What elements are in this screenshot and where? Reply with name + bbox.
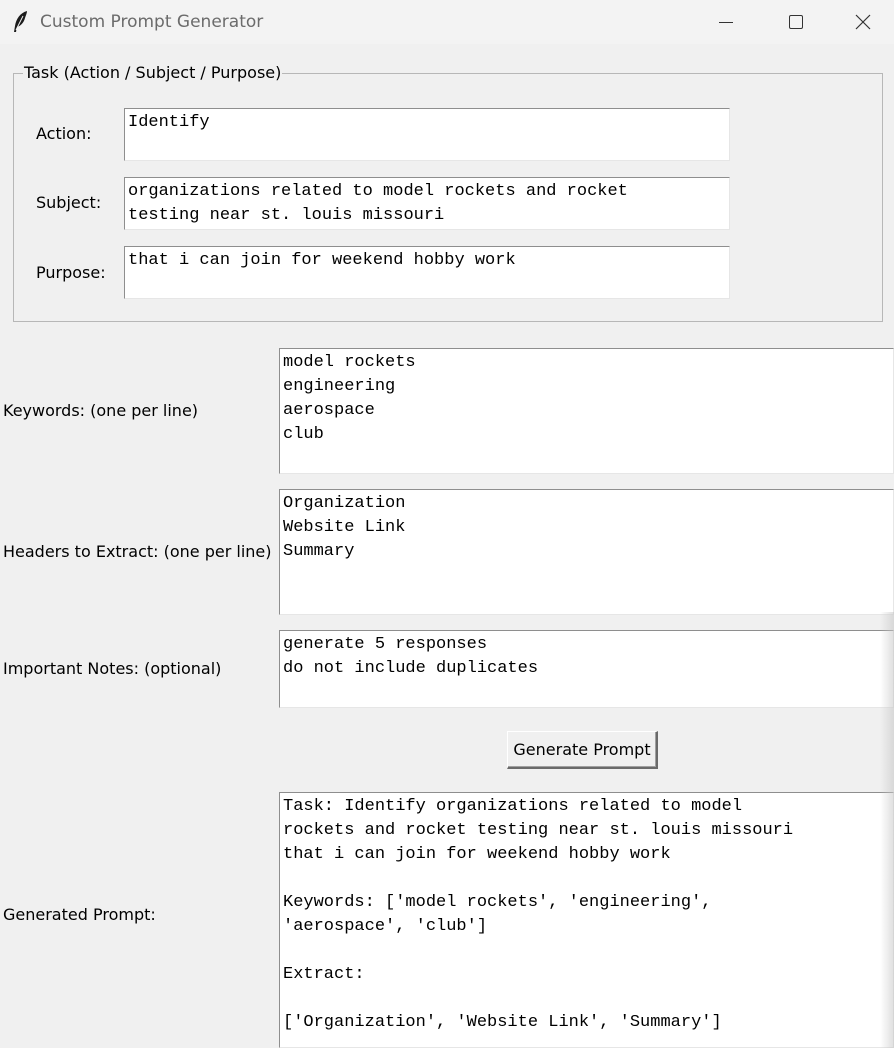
subject-input[interactable]: organizations related to model rockets a… <box>124 177 730 230</box>
generated-prompt-output[interactable]: Task: Identify organizations related to … <box>279 792 894 1048</box>
title-bar[interactable]: Custom Prompt Generator <box>0 0 894 44</box>
window-title: Custom Prompt Generator <box>40 12 264 32</box>
app-window: Custom Prompt Generator Task (Action / S… <box>0 0 894 1048</box>
action-label: Action: <box>36 124 92 143</box>
close-button[interactable] <box>831 0 894 44</box>
purpose-input[interactable]: that i can join for weekend hobby work <box>124 246 730 299</box>
feather-icon <box>12 10 30 34</box>
headers-input[interactable]: Organization Website Link Summary <box>279 489 894 615</box>
notes-input[interactable]: generate 5 responses do not include dupl… <box>279 630 894 708</box>
generated-prompt-label: Generated Prompt: <box>3 905 156 924</box>
minimize-icon <box>719 22 733 23</box>
keywords-input[interactable]: model rockets engineering aerospace club <box>279 348 894 474</box>
headers-label: Headers to Extract: (one per line) <box>3 542 272 561</box>
subject-label: Subject: <box>36 193 102 212</box>
keywords-label: Keywords: (one per line) <box>3 401 199 420</box>
generate-prompt-button[interactable]: Generate Prompt <box>507 731 658 769</box>
window-shadow-edge <box>880 612 894 1048</box>
purpose-label: Purpose: <box>36 263 106 282</box>
maximize-icon <box>789 15 803 29</box>
notes-label: Important Notes: (optional) <box>3 659 222 678</box>
close-icon <box>855 14 870 30</box>
minimize-button[interactable] <box>691 0 761 44</box>
task-frame-legend: Task (Action / Subject / Purpose) <box>23 63 283 82</box>
action-input[interactable]: Identify <box>124 108 730 161</box>
maximize-button[interactable] <box>761 0 831 44</box>
